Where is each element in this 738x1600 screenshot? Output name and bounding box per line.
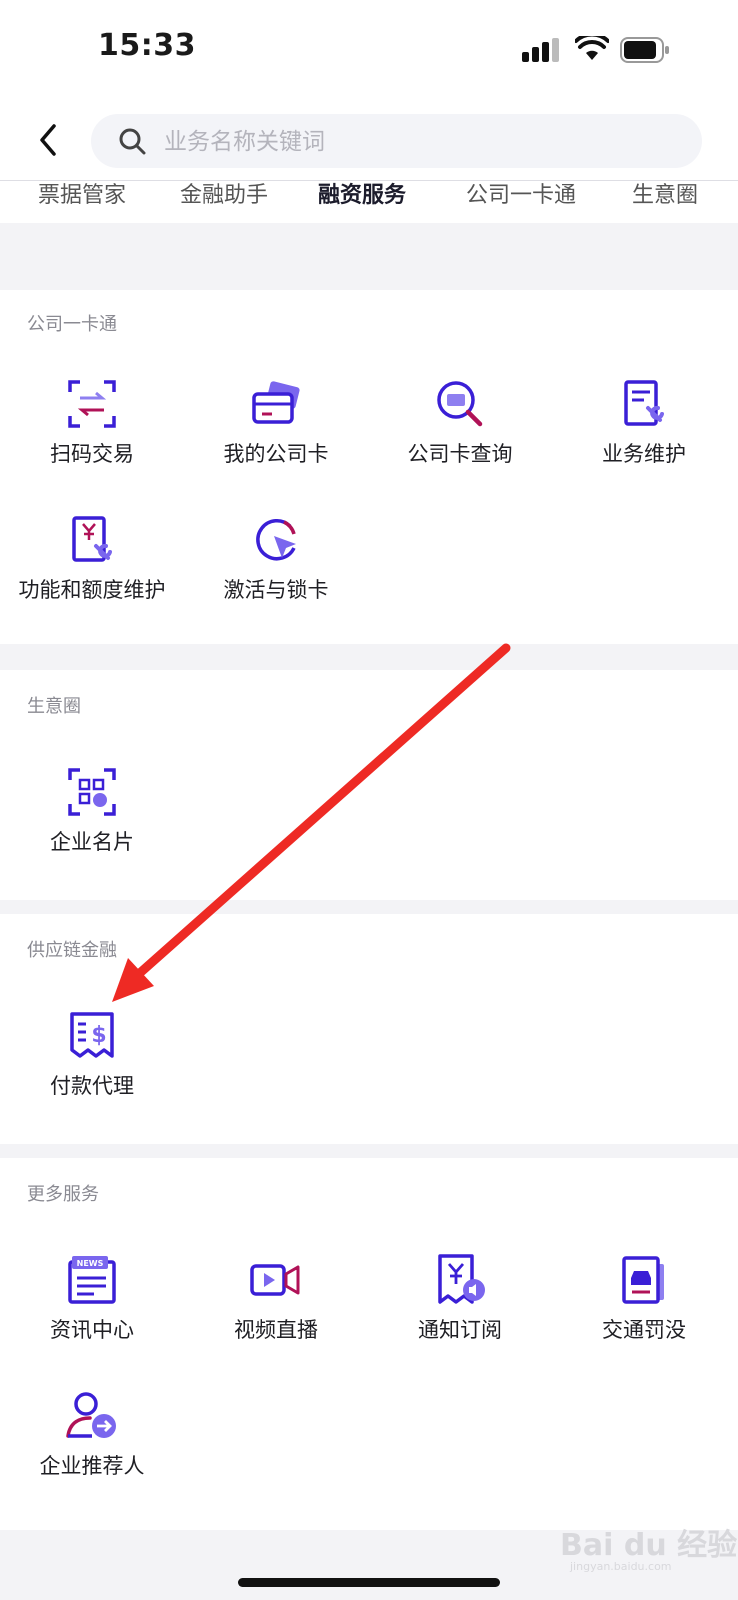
section-title: 公司一卡通	[27, 314, 117, 335]
news-icon: NEWS	[68, 1256, 116, 1304]
baidu-watermark: Bai du 经验	[560, 1528, 738, 1563]
section-company-card: 公司一卡通 扫码交易 我的公司卡 公司卡查询 业务维护 功能和额度维护 激活与锁…	[0, 290, 738, 644]
dollar-receipt-icon: $	[70, 1012, 114, 1058]
baidu-watermark-url: jingyan.baidu.com	[570, 1560, 672, 1573]
item-label: 扫码交易	[50, 442, 134, 466]
item-company-card-query[interactable]: 公司卡查询	[368, 378, 552, 468]
video-live-icon	[250, 1264, 300, 1296]
item-label: 激活与锁卡	[223, 578, 329, 602]
item-payment-agent[interactable]: $ 付款代理	[0, 1010, 184, 1100]
item-news-center[interactable]: NEWS 资讯中心	[0, 1254, 184, 1344]
activate-pointer-icon	[256, 519, 296, 561]
item-label: 我的公司卡	[223, 442, 329, 466]
item-notice-subscribe[interactable]: 通知订阅	[368, 1254, 552, 1344]
notice-subscribe-icon	[438, 1254, 485, 1304]
news-badge: NEWS	[77, 1259, 104, 1268]
section-title: 供应链金融	[27, 940, 117, 961]
tab-company-card[interactable]: 公司一卡通	[466, 181, 576, 209]
item-label: 业务维护	[602, 442, 686, 466]
section-supply-chain-finance: 供应链金融 $ 付款代理	[0, 914, 738, 1144]
section-title: 生意圈	[27, 696, 81, 717]
referrer-icon	[66, 1392, 116, 1438]
item-label: 功能和额度维护	[18, 578, 166, 602]
search-icon	[119, 128, 146, 155]
search-input[interactable]	[162, 118, 676, 166]
item-video-live[interactable]: 视频直播	[184, 1254, 368, 1344]
item-label: 企业推荐人	[39, 1454, 145, 1478]
category-tab-bar: 票据管家 金融助手 融资服务 公司一卡通 生意圈	[0, 180, 738, 223]
item-business-maintenance[interactable]: 业务维护	[552, 378, 736, 468]
item-function-limit-maintenance[interactable]: 功能和额度维护	[0, 514, 184, 604]
item-label: 公司卡查询	[407, 442, 513, 466]
back-arrow-icon[interactable]	[30, 118, 66, 162]
item-label: 通知订阅	[418, 1318, 502, 1342]
card-search-icon	[437, 381, 483, 427]
item-traffic-fine[interactable]: 交通罚没	[552, 1254, 736, 1344]
item-label: 企业名片	[50, 830, 134, 854]
qr-card-icon	[68, 768, 116, 816]
status-bar: 15:33	[0, 0, 738, 100]
tab-business-circle[interactable]: 生意圈	[632, 181, 698, 209]
section-more-services: 更多服务 NEWS 资讯中心 视频直播 通知订阅 交通罚没 企业推荐人	[0, 1158, 738, 1530]
cellular-signal-icon	[522, 38, 559, 62]
tab-bill-manager[interactable]: 票据管家	[38, 181, 126, 209]
scan-transfer-icon	[68, 380, 116, 428]
wifi-icon	[575, 36, 609, 60]
home-indicator	[238, 1578, 500, 1587]
section-title: 更多服务	[27, 1184, 99, 1205]
section-business-circle: 生意圈 企业名片	[0, 670, 738, 900]
status-time: 15:33	[98, 28, 196, 63]
item-enterprise-card[interactable]: 企业名片	[0, 766, 184, 856]
battery-icon	[620, 37, 669, 63]
traffic-fine-icon	[622, 1256, 664, 1304]
item-enterprise-referrer[interactable]: 企业推荐人	[0, 1390, 184, 1480]
tab-finance-assistant[interactable]: 金融助手	[180, 181, 268, 209]
item-label: 付款代理	[50, 1074, 134, 1098]
company-card-icon	[252, 381, 300, 424]
item-label: 视频直播	[234, 1318, 318, 1342]
item-label: 交通罚没	[602, 1318, 686, 1342]
svg-text:$: $	[91, 1023, 106, 1048]
item-my-company-card[interactable]: 我的公司卡	[184, 378, 368, 468]
item-label: 资讯中心	[50, 1318, 134, 1342]
document-wrench-icon	[624, 380, 664, 426]
item-scan-transaction[interactable]: 扫码交易	[0, 378, 184, 468]
tab-financing-service[interactable]: 融资服务	[318, 181, 406, 209]
item-activate-lock-card[interactable]: 激活与锁卡	[184, 514, 368, 604]
yuan-document-wrench-icon	[72, 516, 112, 562]
